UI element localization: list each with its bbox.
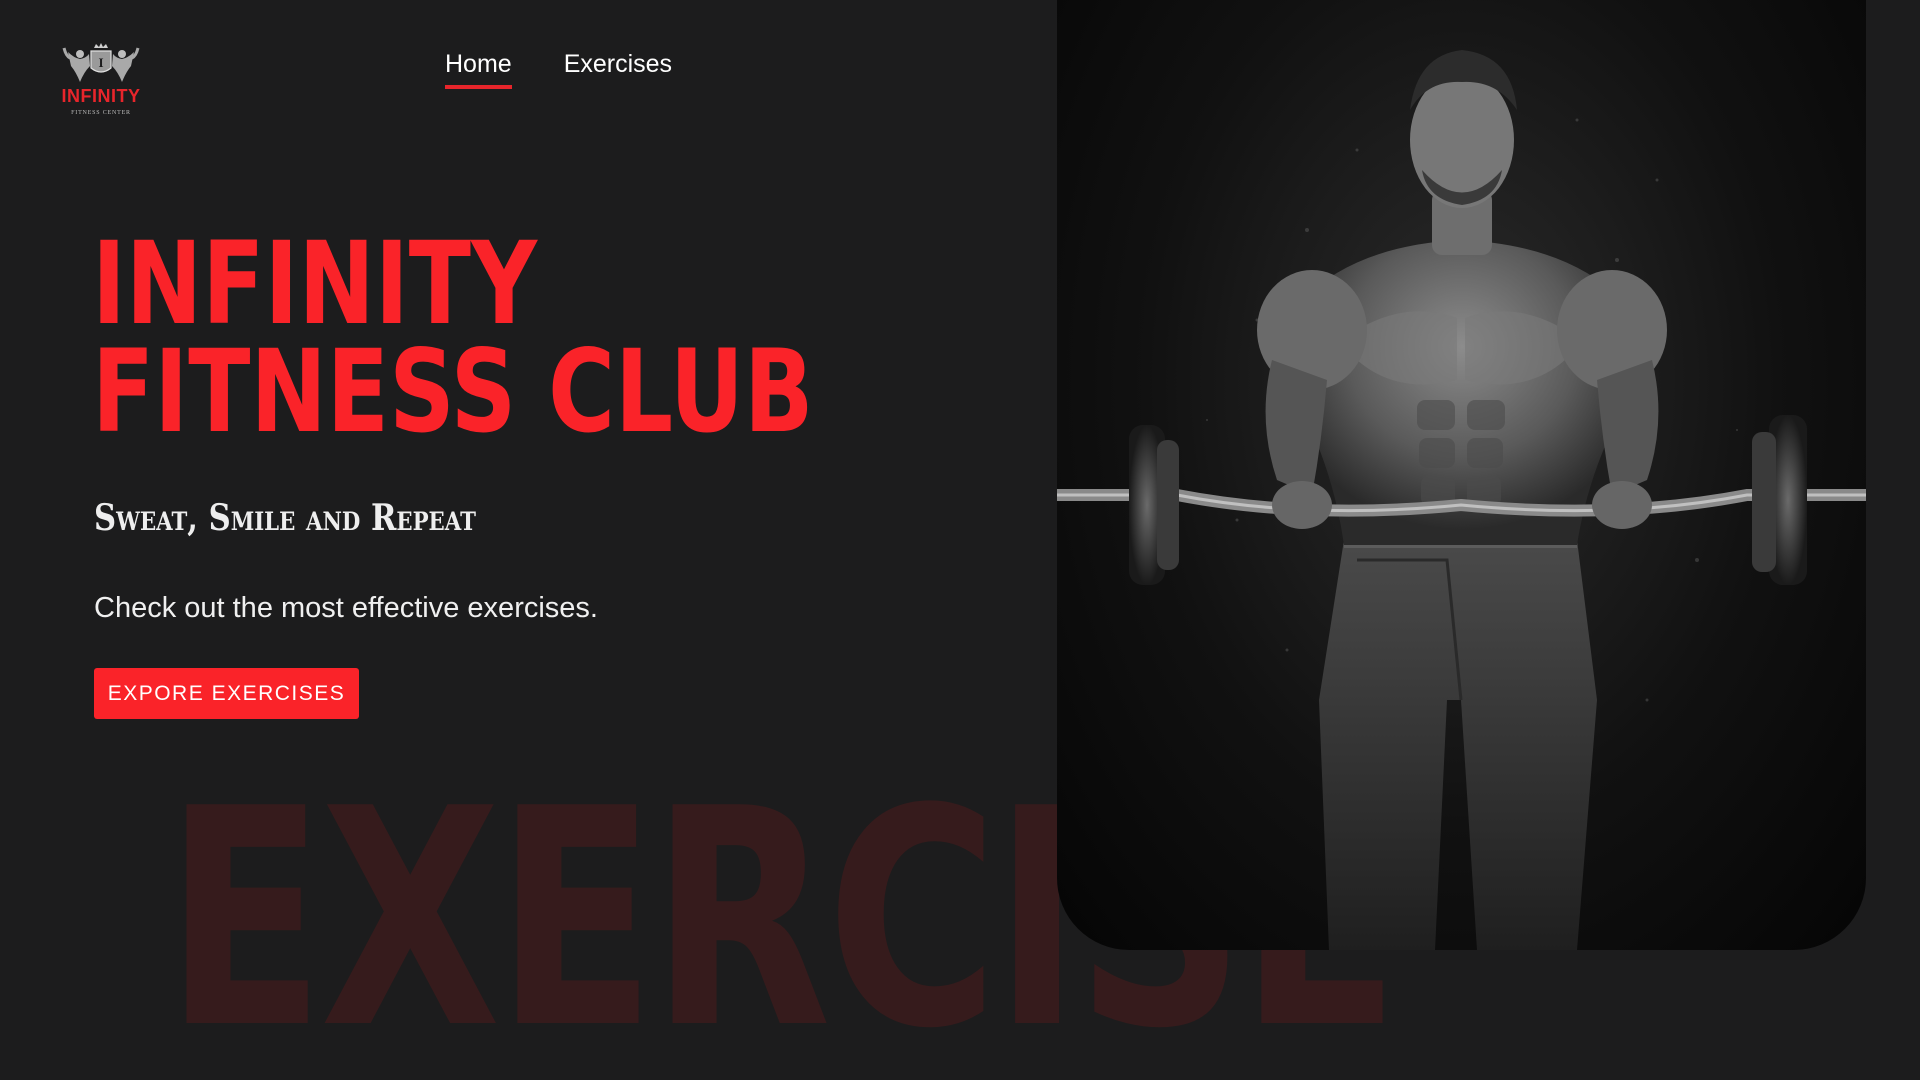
- hero-subtitle: Sweat, Smile and Repeat: [94, 497, 476, 539]
- main-nav: Home Exercises: [445, 50, 672, 89]
- hero-title-line2: FITNESS CLUB: [92, 325, 814, 458]
- svg-text:I: I: [98, 55, 103, 70]
- bodybuilder-emblem-icon: I: [62, 43, 140, 82]
- nav-link-home[interactable]: Home: [445, 50, 512, 89]
- bodybuilder-photo-icon: [1057, 50, 1866, 950]
- logo-subtitle: FITNESS CENTER: [71, 110, 131, 116]
- site-logo[interactable]: I INFINITY FITNESS CENTER: [58, 42, 144, 122]
- hero-image: [1057, 0, 1866, 950]
- hero-description: Check out the most effective exercises.: [94, 592, 598, 624]
- nav-link-exercises[interactable]: Exercises: [564, 50, 672, 89]
- logo-brand-text: INFINITY: [61, 86, 141, 106]
- hero-title: INFINITY FITNESS CLUB: [92, 227, 813, 449]
- explore-exercises-button[interactable]: EXPORE EXERCISES: [94, 668, 359, 719]
- landing-page: EXERCISE I INFINITY FITNESS CENTER Home …: [0, 0, 1920, 1080]
